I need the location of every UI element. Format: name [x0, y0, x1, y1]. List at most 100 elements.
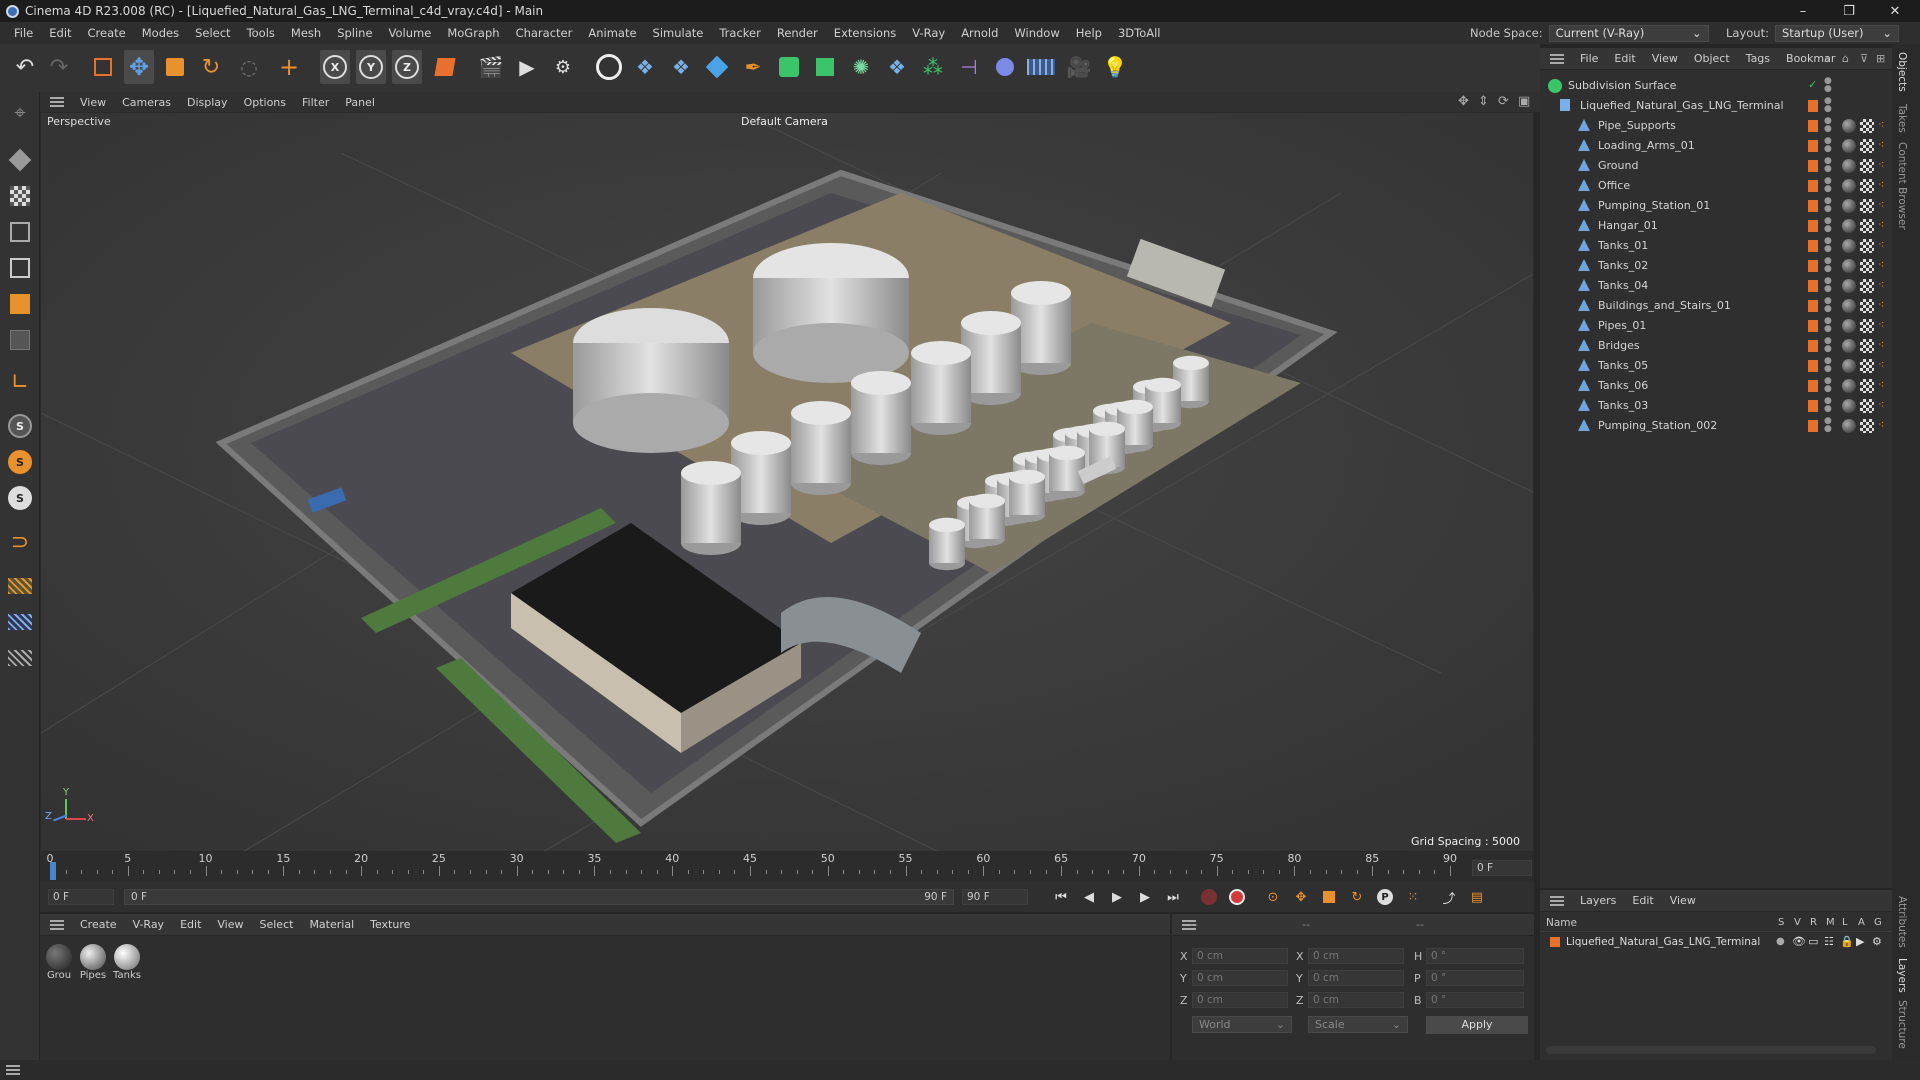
material-tag-icon[interactable] — [1842, 299, 1856, 313]
object-row-subdivision-surface[interactable]: Subdivision Surface ✓ ● ● — [1540, 76, 1892, 96]
keyframe-selection-button[interactable]: ⊙ — [1262, 886, 1284, 908]
python-generator-button[interactable]: ❖ — [882, 50, 912, 84]
material-tag-icon[interactable] — [1842, 259, 1856, 273]
playhead[interactable] — [50, 862, 56, 880]
key-scale-button[interactable] — [1318, 886, 1340, 908]
layer-color-icon[interactable] — [1808, 380, 1818, 392]
visibility-dots-icon[interactable]: ● ● — [1824, 297, 1838, 314]
object-row[interactable]: Pumping_Station_01 ● ● ⁖ — [1540, 196, 1892, 216]
camera-button[interactable]: 🎥 — [1064, 50, 1094, 84]
filter-icon[interactable]: ⊽ — [1860, 52, 1868, 65]
material-swatch-ground[interactable]: Grou — [44, 944, 74, 988]
material-tag-icon[interactable] — [1842, 139, 1856, 153]
texture-tag-icon[interactable] — [1860, 179, 1874, 193]
texture-mode-button[interactable] — [4, 180, 36, 212]
object-menu-icon[interactable] — [1550, 53, 1564, 64]
texture-tag-icon[interactable] — [1860, 339, 1874, 353]
material-menu-view[interactable]: View — [209, 918, 251, 931]
viewport-menu-panel[interactable]: Panel — [337, 96, 383, 109]
material-tag-icon[interactable] — [1842, 199, 1856, 213]
visibility-dots-icon[interactable]: ● ● — [1824, 117, 1838, 134]
object-row[interactable]: Pumping_Station_002 ● ● ⁖ — [1540, 416, 1892, 436]
extrude-button[interactable] — [810, 50, 840, 84]
object-row[interactable]: Tanks_03 ● ● ⁖ — [1540, 396, 1892, 416]
visibility-dots-icon[interactable]: ● ● — [1824, 257, 1838, 274]
texture-tag-icon[interactable] — [1860, 199, 1874, 213]
side-tab-content-browser[interactable]: Content Browser — [1896, 142, 1908, 230]
size-x-input[interactable]: 0 cm — [1308, 948, 1404, 964]
key-parameter-button[interactable]: P — [1374, 886, 1396, 908]
menu-help[interactable]: Help — [1068, 22, 1110, 44]
menu-spline[interactable]: Spline — [329, 22, 380, 44]
material-tag-icon[interactable] — [1842, 359, 1856, 373]
texture-tag-icon[interactable] — [1860, 159, 1874, 173]
rot-h-input[interactable]: 0 ° — [1426, 948, 1524, 964]
texture-tag-icon[interactable] — [1860, 359, 1874, 373]
go-to-start-button[interactable]: ⏮ — [1050, 886, 1072, 908]
visibility-dots-icon[interactable]: ● ● — [1824, 217, 1838, 234]
model-mode-button[interactable] — [4, 144, 36, 176]
move-tool-button[interactable]: ✥ — [124, 50, 154, 84]
viewport-maximize-icon[interactable]: ▣ — [1518, 94, 1530, 109]
workplane-button[interactable]: ∟ — [4, 366, 36, 398]
texture-tag-icon[interactable] — [1860, 219, 1874, 233]
material-tag-icon[interactable] — [1842, 279, 1856, 293]
vray-tag-icon[interactable]: ⁖ — [1878, 198, 1892, 212]
material-menu-select[interactable]: Select — [252, 918, 302, 931]
layer-color-icon[interactable] — [1808, 240, 1818, 252]
material-tag-icon[interactable] — [1842, 159, 1856, 173]
menu-vray[interactable]: V-Ray — [904, 22, 953, 44]
visibility-dots-icon[interactable]: ● ● — [1824, 277, 1838, 294]
material-tag-icon[interactable] — [1842, 419, 1856, 433]
layer-color-icon[interactable] — [1808, 360, 1818, 372]
solo-icon[interactable]: ● — [1776, 936, 1785, 947]
close-button[interactable]: ✕ — [1872, 0, 1918, 22]
material-tag-icon[interactable] — [1842, 179, 1856, 193]
object-row[interactable]: Pipes_01 ● ● ⁖ — [1540, 316, 1892, 336]
viewport-menu-display[interactable]: Display — [179, 96, 236, 109]
vray-tag-icon[interactable]: ⁖ — [1878, 218, 1892, 232]
layer-color-icon[interactable] — [1808, 220, 1818, 232]
vray-tag-icon[interactable]: ⁖ — [1878, 298, 1892, 312]
rot-b-input[interactable]: 0 ° — [1426, 992, 1524, 1008]
viewport-rotate-icon[interactable]: ⟳ — [1498, 94, 1509, 109]
object-row[interactable]: Hangar_01 ● ● ⁖ — [1540, 216, 1892, 236]
visibility-dots-icon[interactable]: ● ● — [1824, 157, 1838, 174]
live-selection-button[interactable] — [88, 50, 118, 84]
redo-button[interactable]: ↷ — [44, 50, 74, 84]
cloner-button[interactable]: ✺ — [846, 50, 876, 84]
vray-tag-icon[interactable]: ⁖ — [1878, 358, 1892, 372]
texture-tag-icon[interactable] — [1860, 279, 1874, 293]
object-row[interactable]: Pipe_Supports ● ● ⁖ — [1540, 116, 1892, 136]
eye-icon[interactable]: 👁 — [1792, 935, 1806, 948]
minimize-button[interactable]: – — [1780, 0, 1826, 22]
material-menu-texture[interactable]: Texture — [362, 918, 418, 931]
soft-selection-button[interactable] — [4, 642, 36, 674]
layer-color-icon[interactable] — [1808, 280, 1818, 292]
layer-row[interactable]: Liquefied_Natural_Gas_LNG_Terminal ● 👁 ▭… — [1540, 934, 1892, 952]
floor-grid-button[interactable] — [4, 606, 36, 638]
python-script-button-2[interactable]: ❖ — [666, 50, 696, 84]
menu-simulate[interactable]: Simulate — [645, 22, 712, 44]
viewport-menu-filter[interactable]: Filter — [294, 96, 337, 109]
side-tab-takes[interactable]: Takes — [1896, 104, 1908, 133]
material-tag-icon[interactable] — [1842, 399, 1856, 413]
z-axis-lock-button[interactable]: Z — [392, 50, 422, 84]
layer-color-icon[interactable] — [1808, 160, 1818, 172]
texture-tag-icon[interactable] — [1860, 419, 1874, 433]
menu-file[interactable]: File — [6, 22, 41, 44]
visibility-dots-icon[interactable]: ● ● — [1824, 397, 1838, 414]
maximize-button[interactable]: ❐ — [1826, 0, 1872, 22]
material-menu-create[interactable]: Create — [72, 918, 125, 931]
layer-color-icon[interactable] — [1808, 200, 1818, 212]
new-window-icon[interactable]: ⊞ — [1876, 52, 1885, 65]
object-row-group[interactable]: Liquefied_Natural_Gas_LNG_Terminal ● ● — [1540, 96, 1892, 116]
object-row[interactable]: Tanks_02 ● ● ⁖ — [1540, 256, 1892, 276]
object-menu-file[interactable]: File — [1572, 52, 1606, 65]
python-script-button-1[interactable]: ❖ — [630, 50, 660, 84]
scale-tool-button[interactable] — [160, 50, 190, 84]
magnet-button[interactable]: ⊃ — [4, 526, 36, 558]
frame-range-slider[interactable]: 0 F 90 F — [124, 889, 954, 905]
vray-tag-icon[interactable]: ⁖ — [1878, 138, 1892, 152]
lock-icon[interactable]: 🔒 — [1840, 935, 1854, 948]
